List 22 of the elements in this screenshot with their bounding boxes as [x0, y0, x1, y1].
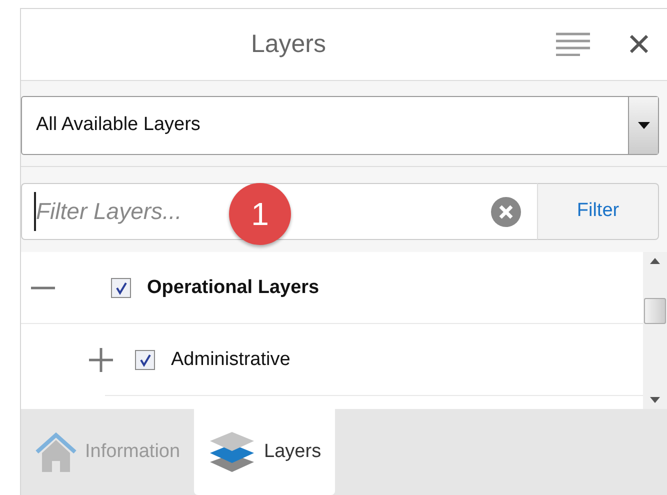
- layer-name: Operational Layers: [147, 276, 320, 300]
- scroll-thumb[interactable]: [644, 298, 666, 324]
- close-icon[interactable]: [630, 35, 648, 54]
- tab[interactable]: Layers: [194, 409, 336, 495]
- caret-icon: [638, 122, 650, 129]
- scrollbar[interactable]: [643, 252, 667, 409]
- home-icon: [35, 431, 77, 473]
- scroll-up-icon[interactable]: [650, 258, 660, 264]
- scroll-down-icon[interactable]: [650, 396, 660, 403]
- layer-checkbox[interactable]: [111, 278, 131, 298]
- expand-icon[interactable]: [89, 348, 113, 372]
- menu-icon[interactable]: [556, 32, 590, 56]
- layers-icon: [208, 430, 256, 474]
- layer-name: Administrative: [171, 348, 290, 372]
- checkmark-icon: [114, 280, 128, 295]
- dropdown-value: All Available Layers: [35, 112, 202, 137]
- checkmark-icon: [138, 352, 152, 367]
- filter-button[interactable]: Filter: [537, 182, 659, 240]
- panel-title: Layers: [250, 30, 326, 58]
- clear-icon[interactable]: [491, 196, 521, 227]
- layer-checkbox[interactable]: [135, 350, 155, 370]
- layer-dropdown[interactable]: All Available Layers: [21, 96, 659, 155]
